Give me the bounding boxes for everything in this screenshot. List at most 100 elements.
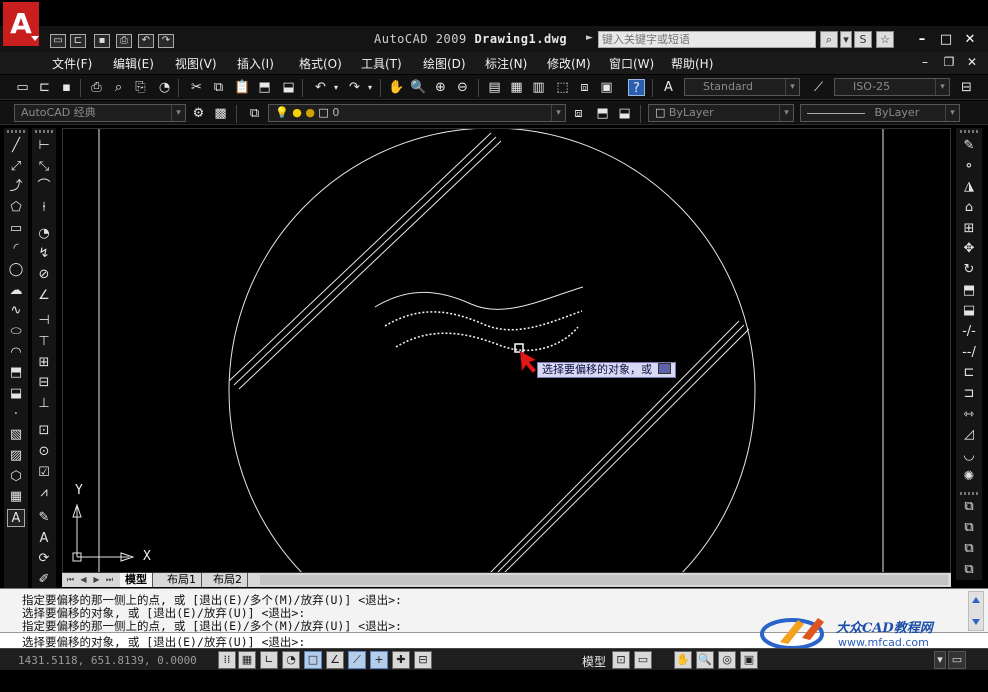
array-icon[interactable]: ⊞ bbox=[960, 220, 978, 238]
workspace-save-icon[interactable]: ▩ bbox=[212, 105, 229, 122]
close-button[interactable]: ✕ bbox=[960, 31, 980, 49]
point-icon[interactable]: · bbox=[7, 406, 25, 424]
center-mark-icon[interactable]: ⊙ bbox=[35, 443, 53, 461]
plot-icon[interactable]: ⎙ bbox=[88, 79, 105, 96]
lineweight-button[interactable]: ✚ bbox=[392, 651, 410, 669]
toolbar-grip[interactable] bbox=[35, 130, 53, 133]
save-icon[interactable]: ▪ bbox=[94, 34, 110, 48]
text-style-combo[interactable]: Standard ▾ bbox=[684, 78, 800, 96]
construction-line-icon[interactable]: ⤢ bbox=[7, 158, 25, 176]
tab-next-icon[interactable]: ▶ bbox=[91, 574, 102, 586]
circle-icon[interactable]: ◯ bbox=[7, 261, 25, 279]
status-menu-icon[interactable]: ▾ bbox=[934, 651, 946, 669]
tolerance-icon[interactable]: ⊡ bbox=[35, 422, 53, 440]
gradient-icon[interactable]: ▨ bbox=[7, 447, 25, 465]
toolbar-grip[interactable] bbox=[960, 130, 978, 133]
ellipse-arc-icon[interactable]: ◠ bbox=[7, 344, 25, 362]
undo-dropdown-icon[interactable]: ▾ bbox=[332, 79, 340, 96]
line-icon[interactable]: ╱ bbox=[7, 137, 25, 155]
menu-edit[interactable]: 编辑(E) bbox=[113, 55, 154, 72]
dimension-update-icon[interactable]: ⟳ bbox=[35, 550, 53, 568]
scale-icon[interactable]: ⬒ bbox=[960, 282, 978, 300]
search-dropdown-icon[interactable]: ▾ bbox=[840, 31, 852, 48]
open-icon[interactable]: ⊏ bbox=[36, 79, 53, 96]
extend-icon[interactable]: --/ bbox=[960, 344, 978, 362]
properties-icon[interactable]: ▤ bbox=[486, 79, 503, 96]
toolbar-grip[interactable] bbox=[7, 130, 25, 133]
break-icon[interactable]: ⊐ bbox=[960, 385, 978, 403]
grid-display-button[interactable]: ▦ bbox=[238, 651, 256, 669]
explode-icon[interactable]: ✺ bbox=[960, 468, 978, 486]
plot-preview-icon[interactable]: ⌕ bbox=[110, 79, 127, 96]
make-current-layer-icon[interactable]: ⧈ bbox=[570, 105, 587, 122]
aligned-dimension-icon[interactable]: ⤡ bbox=[35, 158, 53, 176]
print-icon[interactable]: ⎙ bbox=[116, 34, 132, 48]
menu-insert[interactable]: 插入(I) bbox=[237, 55, 274, 72]
menu-draw[interactable]: 绘图(D) bbox=[423, 55, 466, 72]
dimension-edit-icon[interactable]: ✎ bbox=[35, 509, 53, 527]
calculator-icon[interactable]: ▣ bbox=[598, 79, 615, 96]
angular-dimension-icon[interactable]: ∠ bbox=[35, 287, 53, 305]
stretch-icon[interactable]: ⬓ bbox=[960, 302, 978, 320]
quick-view-layouts-button[interactable]: ⊡ bbox=[612, 651, 630, 669]
erase-icon[interactable]: ✎ bbox=[960, 137, 978, 155]
dim-style-icon[interactable]: ⟋ bbox=[810, 79, 827, 96]
inspection-icon[interactable]: ☑ bbox=[35, 464, 53, 482]
menu-help[interactable]: 帮助(H) bbox=[671, 55, 713, 72]
ellipse-icon[interactable]: ⬭ bbox=[7, 323, 25, 341]
ordinate-dimension-icon[interactable]: ⍿ bbox=[35, 199, 53, 217]
pan-status-icon[interactable]: ✋ bbox=[674, 651, 692, 669]
match-properties-icon[interactable]: ⬒ bbox=[256, 79, 273, 96]
revision-cloud-icon[interactable]: ☁ bbox=[7, 282, 25, 300]
insert-block-icon[interactable]: ⬒ bbox=[7, 364, 25, 382]
arc-icon[interactable]: ◜ bbox=[7, 240, 25, 258]
maximize-button[interactable]: □ bbox=[936, 31, 956, 49]
table-style-icon[interactable]: ⊟ bbox=[958, 79, 975, 96]
offset-icon[interactable]: ⌂ bbox=[960, 199, 978, 217]
baseline-dimension-icon[interactable]: ⊤ bbox=[35, 333, 53, 351]
draw-order-front-icon[interactable]: ⧉ bbox=[960, 498, 978, 516]
rotate-icon[interactable]: ↻ bbox=[960, 261, 978, 279]
multiline-text-icon[interactable]: A bbox=[7, 509, 25, 527]
object-snap-button[interactable]: □ bbox=[304, 651, 322, 669]
menu-tools[interactable]: 工具(T) bbox=[361, 55, 402, 72]
zoom-window-icon[interactable]: ⊕ bbox=[432, 79, 449, 96]
dynamic-input-button[interactable]: + bbox=[370, 651, 388, 669]
quick-properties-button[interactable]: ⊟ bbox=[414, 651, 432, 669]
design-center-icon[interactable]: ▦ bbox=[508, 79, 525, 96]
doc-minimize-button[interactable]: – bbox=[916, 55, 934, 71]
make-block-icon[interactable]: ⬓ bbox=[7, 385, 25, 403]
cut-icon[interactable]: ✂ bbox=[188, 79, 205, 96]
zoom-previous-icon[interactable]: ⊖ bbox=[454, 79, 471, 96]
app-menu-logo[interactable]: A bbox=[3, 2, 39, 46]
copy-object-icon[interactable]: ⚬ bbox=[960, 158, 978, 176]
menu-dimension[interactable]: 标注(N) bbox=[485, 55, 527, 72]
doc-restore-button[interactable]: ❐ bbox=[940, 55, 958, 71]
redo-dropdown-icon[interactable]: ▾ bbox=[366, 79, 374, 96]
ortho-mode-button[interactable]: ∟ bbox=[260, 651, 278, 669]
dimension-space-icon[interactable]: ⊟ bbox=[35, 374, 53, 392]
new-file-icon[interactable]: ▭ bbox=[50, 34, 66, 48]
workspace-settings-icon[interactable]: ⚙ bbox=[190, 105, 207, 122]
tab-first-icon[interactable]: ⏮ bbox=[65, 574, 76, 586]
snap-mode-button[interactable]: ⁞⁞ bbox=[218, 651, 236, 669]
quick-view-drawings-button[interactable]: ▭ bbox=[634, 651, 652, 669]
tab-model[interactable]: 模型 bbox=[120, 573, 153, 587]
sheet-set-icon[interactable]: ⬚ bbox=[554, 79, 571, 96]
draw-order-under-icon[interactable]: ⧉ bbox=[960, 561, 978, 579]
object-snap-tracking-button[interactable]: ∠ bbox=[326, 651, 344, 669]
layer-manager-icon[interactable]: ⧉ bbox=[246, 105, 263, 122]
copy-icon[interactable]: ⧉ bbox=[210, 79, 227, 96]
workspace-combo[interactable]: AutoCAD 经典 ▾ bbox=[14, 104, 186, 122]
fillet-icon[interactable]: ◡ bbox=[960, 447, 978, 465]
quick-dimension-icon[interactable]: ⊣ bbox=[35, 312, 53, 330]
menu-format[interactable]: 格式(O) bbox=[299, 55, 342, 72]
dimension-text-edit-icon[interactable]: A bbox=[35, 530, 53, 548]
arc-length-icon[interactable]: ⌒ bbox=[35, 178, 53, 196]
jogged-dimension-icon[interactable]: ↯ bbox=[35, 245, 53, 263]
menu-view[interactable]: 视图(V) bbox=[175, 55, 217, 72]
region-icon[interactable]: ⬡ bbox=[7, 468, 25, 486]
menu-file[interactable]: 文件(F) bbox=[52, 55, 92, 72]
tooltip-options-icon[interactable] bbox=[658, 363, 671, 374]
color-combo[interactable]: □ ByLayer ▾ bbox=[648, 104, 794, 122]
